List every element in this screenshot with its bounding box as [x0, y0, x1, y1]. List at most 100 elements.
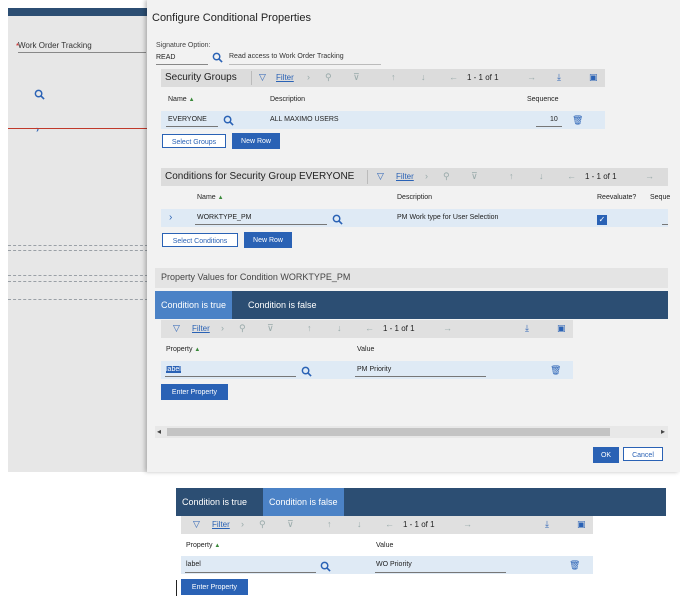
sort-ascending-icon: ▲ [217, 195, 224, 201]
column-header-name[interactable]: Name ▲ [197, 194, 224, 201]
cancel-button[interactable]: Cancel [623, 447, 663, 461]
next-page-icon[interactable]: → [645, 171, 654, 181]
filter-icon[interactable]: ▽ [377, 171, 384, 182]
download-icon[interactable]: ⤓ [557, 72, 561, 83]
scroll-right-icon[interactable]: ▸ [661, 427, 665, 436]
scroll-left-icon[interactable]: ◂ [157, 427, 161, 436]
settings-icon[interactable]: ▣ [557, 323, 566, 334]
tab-condition-false[interactable]: Condition is false [242, 291, 323, 319]
next-page-icon[interactable]: → [527, 72, 536, 82]
background-divider [8, 245, 148, 246]
search-icon[interactable] [34, 89, 45, 100]
property-value-cell[interactable]: WO Priority [376, 561, 412, 568]
chevron-right-icon[interactable]: › [169, 212, 172, 223]
property-name-cell[interactable]: label [166, 366, 181, 373]
column-header-value[interactable]: Value [357, 346, 374, 353]
group-sequence-cell[interactable]: 10 [550, 116, 558, 123]
enter-property-button[interactable]: Enter Property [161, 384, 228, 400]
arrow-down-icon[interactable]: ↓ [357, 519, 362, 529]
column-header-sequence[interactable]: Seque [650, 194, 670, 201]
field-underline [355, 376, 486, 377]
search-icon[interactable]: ⚲ [443, 171, 450, 182]
column-header-reevaluate[interactable]: Reevaluate? [597, 194, 636, 201]
previous-page-icon[interactable]: ← [385, 519, 394, 529]
filter-icon[interactable]: ▽ [259, 72, 266, 83]
trash-icon[interactable]: 🗑 [550, 365, 561, 376]
background-divider [8, 299, 148, 300]
signature-option-input[interactable]: READ [156, 52, 208, 65]
filter-icon[interactable]: ▽ [193, 519, 200, 530]
chevron-right-icon[interactable]: › [425, 171, 428, 181]
clear-filter-icon[interactable]: ⊽ [287, 519, 294, 530]
arrow-up-icon[interactable]: ↑ [509, 171, 514, 181]
arrow-down-icon[interactable]: ↓ [539, 171, 544, 181]
tab-condition-false[interactable]: Condition is false [263, 488, 344, 516]
column-header-name[interactable]: Name ▲ [168, 96, 195, 103]
column-header-value[interactable]: Value [376, 542, 393, 549]
condition-name-cell[interactable]: WORKTYPE_PM [197, 214, 251, 221]
download-icon[interactable]: ⤓ [525, 323, 529, 334]
arrow-up-icon[interactable]: ↑ [327, 519, 332, 529]
trash-icon[interactable]: 🗑 [569, 560, 580, 571]
overlay-toolbar: ▽ Filter › ⚲ ⊽ ↑ ↓ ← 1 - 1 of 1 → ⤓ ▣ [181, 516, 593, 534]
filter-link[interactable]: Filter [192, 324, 210, 333]
arrow-up-icon[interactable]: ↑ [307, 323, 312, 333]
sort-ascending-icon: ▲ [214, 543, 221, 549]
group-name-cell[interactable]: EVERYONE [168, 116, 207, 123]
conditions-title: Conditions for Security Group EVERYONE [165, 171, 355, 182]
download-icon[interactable]: ⤓ [545, 519, 549, 530]
reevaluate-checkbox[interactable]: ✓ [597, 215, 607, 225]
property-value-cell[interactable]: PM Priority [357, 366, 391, 373]
settings-icon[interactable]: ▣ [577, 519, 586, 530]
property-name-cell[interactable]: label [186, 561, 201, 568]
search-icon[interactable]: ⚲ [239, 323, 246, 334]
scrollbar-thumb[interactable] [167, 428, 610, 436]
search-icon[interactable]: ⚲ [325, 72, 332, 83]
field-underline [166, 126, 218, 127]
column-header-description[interactable]: Description [270, 96, 305, 103]
next-page-icon[interactable]: → [463, 519, 472, 529]
filter-link[interactable]: Filter [276, 73, 294, 82]
enter-property-button[interactable]: Enter Property [181, 579, 248, 595]
chevron-right-icon[interactable]: › [221, 323, 224, 333]
chevron-right-icon[interactable]: › [36, 124, 39, 134]
select-groups-button[interactable]: Select Groups [162, 134, 226, 148]
clear-filter-icon[interactable]: ⊽ [267, 323, 274, 334]
pagination: 1 - 1 of 1 [403, 520, 435, 529]
search-icon[interactable] [223, 115, 234, 126]
previous-page-icon[interactable]: ← [365, 323, 374, 333]
column-header-sequence[interactable]: Sequence [527, 96, 559, 103]
column-header-property[interactable]: Property ▲ [186, 542, 220, 549]
chevron-right-icon[interactable]: › [241, 519, 244, 529]
chevron-right-icon[interactable]: › [307, 72, 310, 82]
new-row-button[interactable]: New Row [232, 133, 280, 149]
settings-icon[interactable]: ▣ [589, 72, 598, 83]
filter-link[interactable]: Filter [212, 520, 230, 529]
arrow-up-icon[interactable]: ↑ [391, 72, 396, 82]
background-divider [8, 281, 148, 282]
previous-page-icon[interactable]: ← [449, 72, 458, 82]
clear-filter-icon[interactable]: ⊽ [471, 171, 478, 182]
search-icon[interactable] [212, 52, 223, 63]
search-icon[interactable] [320, 561, 331, 572]
search-icon[interactable] [301, 366, 312, 377]
ok-button[interactable]: OK [593, 447, 619, 463]
arrow-down-icon[interactable]: ↓ [337, 323, 342, 333]
condition-description-cell: PM Work type for User Selection [397, 214, 499, 221]
select-conditions-button[interactable]: Select Conditions [162, 233, 238, 247]
clear-filter-icon[interactable]: ⊽ [353, 72, 360, 83]
next-page-icon[interactable]: → [443, 323, 452, 333]
condition-tab-bar: Condition is true Condition is false [155, 291, 668, 319]
search-icon[interactable]: ⚲ [259, 519, 266, 530]
filter-icon[interactable]: ▽ [173, 323, 180, 334]
previous-page-icon[interactable]: ← [567, 171, 576, 181]
column-header-property[interactable]: Property ▲ [166, 346, 200, 353]
tab-condition-true[interactable]: Condition is true [155, 291, 233, 319]
tab-condition-true[interactable]: Condition is true [176, 488, 253, 516]
search-icon[interactable] [332, 214, 343, 225]
column-header-description[interactable]: Description [397, 194, 432, 201]
filter-link[interactable]: Filter [396, 172, 414, 181]
arrow-down-icon[interactable]: ↓ [421, 72, 426, 82]
new-row-button[interactable]: New Row [244, 232, 292, 248]
trash-icon[interactable]: 🗑 [572, 115, 583, 126]
